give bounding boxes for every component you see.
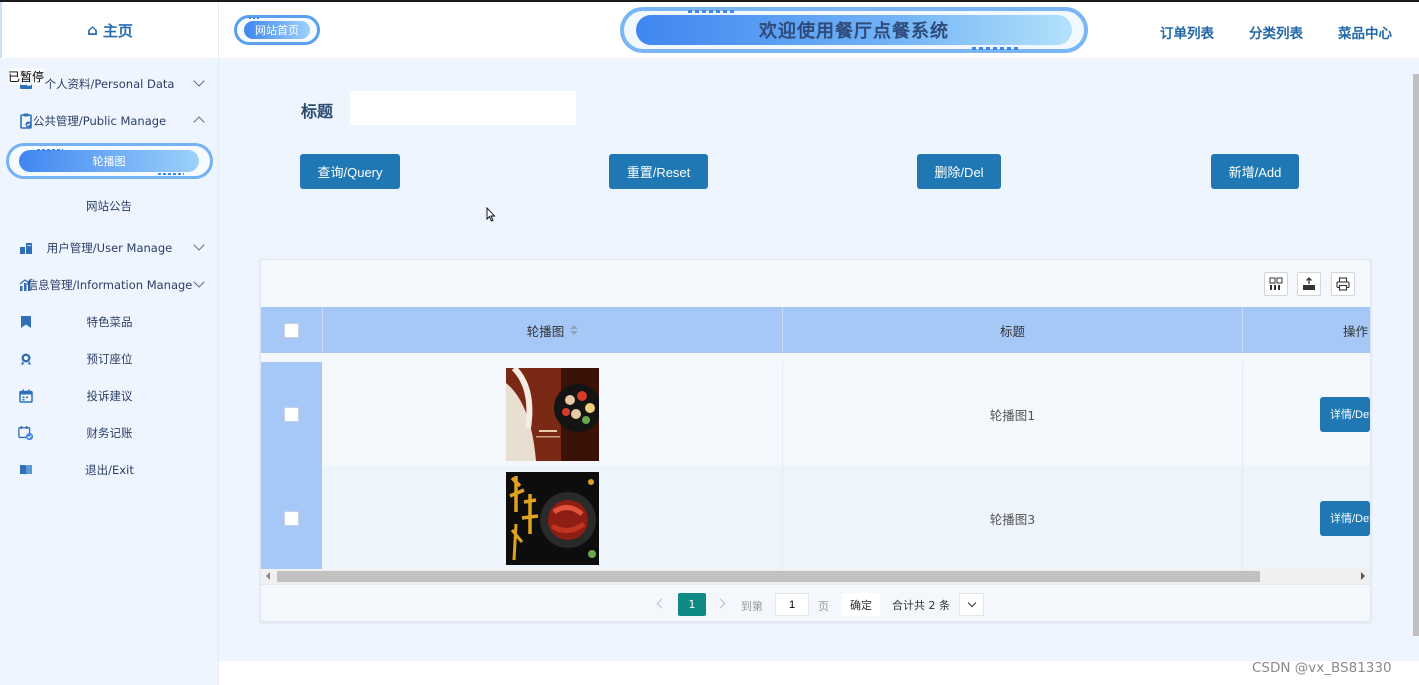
sidebar-item-label: 预订座位 — [86, 351, 133, 366]
pagination: 1 到第 页 确定 合计共 2 条 — [261, 584, 1370, 622]
sidebar-item-featured-dishes[interactable]: 特色菜品 — [0, 303, 218, 340]
chevron-down-icon — [967, 598, 976, 608]
sub-item-site-notice[interactable]: 网站公告 — [0, 183, 218, 229]
sub-item-carousel-label: 轮播图 — [19, 150, 199, 172]
site-home-button[interactable]: 网站首页 — [234, 15, 320, 45]
pill-dots — [157, 173, 184, 175]
select-all-checkbox[interactable] — [284, 322, 299, 338]
search-title-label: 标题 — [301, 102, 334, 121]
detail-button[interactable]: 详情/Detail — [1320, 396, 1370, 432]
carousel-thumbnail-image[interactable] — [506, 367, 599, 461]
header-select-all-cell — [261, 307, 323, 353]
pill-dots — [36, 149, 63, 151]
total-count: 合计共 2 条 — [892, 599, 950, 612]
row-image-cell — [323, 362, 783, 466]
row-checkbox[interactable] — [284, 510, 299, 526]
footer-strip — [219, 661, 1419, 685]
system-title-banner: 欢迎使用餐厅点餐系统 — [620, 7, 1088, 53]
sidebar-home[interactable]: ⌂ 主页 — [0, 2, 218, 58]
row-title-cell: 轮播图3 — [783, 466, 1243, 570]
sidebar-item-reserve-seat[interactable]: 预订座位 — [0, 340, 218, 377]
sidebar-item-exit[interactable]: 退出/Exit — [0, 451, 218, 488]
column-header-carousel[interactable]: 轮播图 — [323, 307, 783, 353]
table-header-row: 轮播图 标题 操作 — [261, 307, 1370, 353]
mouse-cursor-icon — [486, 207, 496, 222]
page-vertical-scrollbar[interactable] — [1413, 74, 1419, 636]
sidebar-item-label: 退出/Exit — [85, 462, 134, 477]
page-size-select[interactable] — [959, 593, 984, 616]
row-actions-cell: 详情/Detail — [1243, 466, 1370, 570]
sidebar-item-user-manage[interactable]: 用户管理/User Manage — [0, 229, 218, 266]
prev-page-icon[interactable] — [656, 598, 667, 609]
column-header-actions: 操作 — [1243, 307, 1370, 353]
main-content: 标题 查询/Query 重置/Reset 删除/Del 新增/Add 轮播图 标… — [219, 58, 1419, 661]
sidebar: ⌂ 主页 已暂停 个人资料/Personal Data 公共管理/Public … — [0, 2, 219, 685]
next-page-icon[interactable] — [715, 598, 726, 609]
table-card: 轮播图 标题 操作 轮播图1 详情/De 轮播图3 详情/De 1 到第 1 页… — [260, 259, 1371, 622]
sidebar-item-label: 特色菜品 — [86, 314, 133, 329]
column-header-title: 标题 — [783, 307, 1243, 353]
row-checkbox-cell — [261, 466, 322, 570]
add-button[interactable]: 新增/Add — [1211, 154, 1299, 189]
row-image-cell — [323, 466, 783, 570]
goto-confirm-button[interactable]: 确定 — [842, 593, 880, 616]
sidebar-item-label: 用户管理/User Manage — [46, 240, 173, 255]
nav-order-list[interactable]: 订单列表 — [1160, 22, 1214, 42]
detail-button[interactable]: 详情/Detail — [1320, 500, 1370, 536]
sort-icon[interactable] — [570, 325, 579, 335]
sidebar-item-finance[interactable]: 财务记账 — [0, 414, 218, 451]
goto-page-input[interactable] — [775, 593, 809, 616]
export-button[interactable] — [1297, 272, 1321, 296]
home-icon: ⌂ — [87, 21, 98, 39]
column-header-label: 轮播图 — [526, 323, 565, 339]
row-actions-cell: 详情/Detail — [1243, 362, 1370, 466]
scroll-right-icon[interactable] — [1361, 572, 1365, 580]
pill-dots — [249, 17, 261, 19]
csdn-watermark: CSDN @vx_BS81330 — [1252, 660, 1392, 676]
reset-button[interactable]: 重置/Reset — [609, 154, 708, 189]
paused-overlay-text: 已暂停 — [8, 68, 45, 85]
column-header-label: 操作 — [1343, 323, 1369, 339]
sidebar-item-complaints[interactable]: 投诉建议 — [0, 377, 218, 414]
nav-category-list[interactable]: 分类列表 — [1249, 22, 1303, 42]
sidebar-item-public-manage[interactable]: 公共管理/Public Manage — [0, 102, 218, 139]
banner-dots — [972, 47, 1020, 50]
print-button[interactable] — [1331, 272, 1355, 296]
banner-dots — [688, 10, 736, 13]
scrollbar-thumb[interactable] — [277, 571, 1260, 582]
carousel-thumbnail-image[interactable] — [506, 471, 599, 565]
horizontal-scrollbar[interactable] — [261, 569, 1370, 584]
columns-icon — [1269, 277, 1283, 290]
delete-button[interactable]: 删除/Del — [917, 154, 1001, 189]
search-title-input[interactable] — [350, 91, 576, 125]
column-header-label: 标题 — [999, 323, 1025, 339]
sub-item-label: 网站公告 — [86, 199, 132, 213]
top-header: 网站首页 欢迎使用餐厅点餐系统 订单列表 分类列表 菜品中心 — [219, 2, 1419, 58]
table-row[interactable]: 轮播图1 详情/Detail — [261, 362, 1370, 466]
row-checkbox-cell — [261, 362, 322, 466]
system-title: 欢迎使用餐厅点餐系统 — [636, 15, 1072, 45]
scroll-left-icon[interactable] — [266, 572, 270, 580]
export-icon — [1303, 277, 1315, 290]
print-icon — [1336, 277, 1350, 291]
sidebar-item-label: 投诉建议 — [86, 388, 133, 403]
columns-button[interactable] — [1264, 272, 1288, 296]
site-home-label: 网站首页 — [244, 21, 310, 39]
sidebar-menu: 个人资料/Personal Data 公共管理/Public Manage 轮播… — [0, 65, 218, 488]
sidebar-home-label: 主页 — [102, 21, 133, 40]
current-page-button[interactable]: 1 — [678, 593, 706, 616]
row-title-cell: 轮播图1 — [783, 362, 1243, 466]
sidebar-item-label: 公共管理/Public Manage — [32, 113, 167, 128]
sidebar-item-information-manage[interactable]: 信息管理/Information Manage — [0, 266, 218, 303]
nav-dish-center[interactable]: 菜品中心 — [1338, 22, 1392, 42]
sidebar-item-label: 财务记账 — [86, 425, 133, 440]
row-checkbox[interactable] — [284, 406, 299, 422]
sidebar-item-label: 信息管理/Information Manage — [26, 277, 193, 292]
page-unit-label: 页 — [818, 600, 829, 613]
sub-item-carousel[interactable]: 轮播图 — [0, 139, 218, 183]
table-row[interactable]: 轮播图3 详情/Detail — [261, 466, 1370, 570]
goto-label: 到第 — [741, 600, 763, 613]
query-button[interactable]: 查询/Query — [300, 154, 400, 189]
active-pill: 轮播图 — [5, 143, 213, 179]
